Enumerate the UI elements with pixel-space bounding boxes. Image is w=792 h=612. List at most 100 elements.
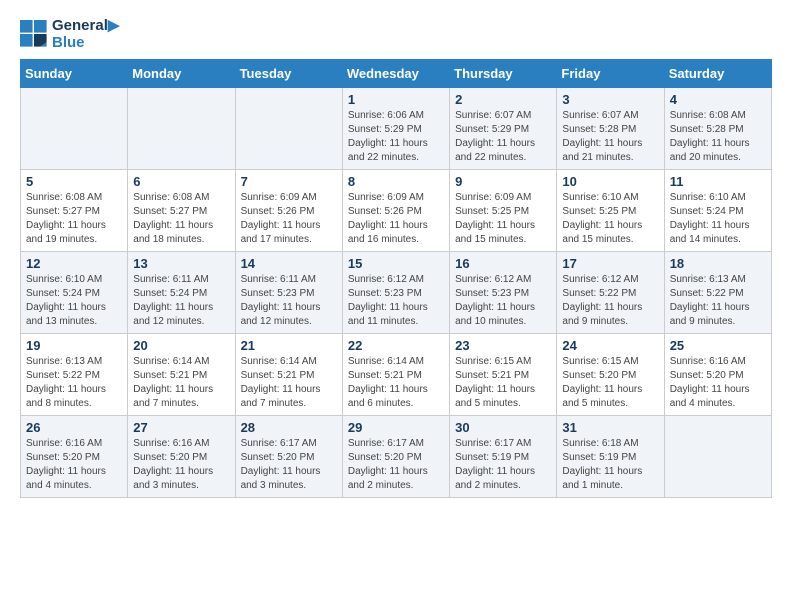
day-info: Sunrise: 6:12 AM Sunset: 5:23 PM Dayligh… — [348, 273, 444, 329]
day-info: Sunrise: 6:12 AM Sunset: 5:22 PM Dayligh… — [562, 273, 658, 329]
day-info: Sunrise: 6:15 AM Sunset: 5:21 PM Dayligh… — [455, 355, 551, 411]
calendar-cell: 4Sunrise: 6:08 AM Sunset: 5:28 PM Daylig… — [664, 88, 771, 170]
calendar-cell: 14 Sunrise: 6:11 AM Sunset: 5:23 PM Dayli… — [235, 252, 342, 334]
calendar-cell: 10 Sunrise: 6:10 AM Sunset: 5:25 PM Dayli… — [557, 170, 664, 252]
day-info: Sunrise: 6:06 AM Sunset: 5:29 PM Dayligh… — [348, 109, 444, 165]
calendar-cell: 27 Sunrise: 6:16 AM Sunset: 5:20 PM Dayli… — [128, 416, 235, 498]
calendar-cell: 2 Sunrise: 6:07 AM Sunset: 5:29 PM Daylig… — [450, 88, 557, 170]
calendar-cell: 30 Sunrise: 6:17 AM Sunset: 5:19 PM Dayli… — [450, 416, 557, 498]
calendar-cell: 3 Sunrise: 6:07 AM Sunset: 5:28 PM Daylig… — [557, 88, 664, 170]
day-number: 5 — [26, 174, 122, 189]
day-number: 12 — [26, 256, 122, 271]
calendar-table: SundayMondayTuesdayWednesdayThursdayFrid… — [20, 59, 772, 498]
day-header-sunday: Sunday — [21, 60, 128, 88]
calendar-cell: 16Sunrise: 6:12 AM Sunset: 5:23 PM Dayli… — [450, 252, 557, 334]
logo-icon — [20, 20, 48, 48]
calendar-cell — [128, 88, 235, 170]
day-info: Sunrise: 6:08 AM Sunset: 5:28 PM Dayligh… — [670, 109, 766, 165]
day-header-monday: Monday — [128, 60, 235, 88]
calendar-cell: 24 Sunrise: 6:15 AM Sunset: 5:20 PM Dayli… — [557, 334, 664, 416]
day-number: 13 — [133, 256, 229, 271]
calendar-week-3: 12 Sunrise: 6:10 AM Sunset: 5:24 PM Dayli… — [21, 252, 772, 334]
day-number: 1 — [348, 92, 444, 107]
day-info: Sunrise: 6:18 AM Sunset: 5:19 PM Dayligh… — [562, 437, 658, 493]
calendar-cell: 9 Sunrise: 6:09 AM Sunset: 5:25 PM Daylig… — [450, 170, 557, 252]
calendar-cell: 6Sunrise: 6:08 AM Sunset: 5:27 PM Daylig… — [128, 170, 235, 252]
calendar-cell: 31Sunrise: 6:18 AM Sunset: 5:19 PM Dayli… — [557, 416, 664, 498]
day-number: 3 — [562, 92, 658, 107]
calendar-cell — [664, 416, 771, 498]
calendar-cell: 1 Sunrise: 6:06 AM Sunset: 5:29 PM Daylig… — [342, 88, 449, 170]
calendar-cell: 22Sunrise: 6:14 AM Sunset: 5:21 PM Dayli… — [342, 334, 449, 416]
calendar-cell: 29Sunrise: 6:17 AM Sunset: 5:20 PM Dayli… — [342, 416, 449, 498]
day-header-saturday: Saturday — [664, 60, 771, 88]
day-number: 18 — [670, 256, 766, 271]
day-info: Sunrise: 6:10 AM Sunset: 5:25 PM Dayligh… — [562, 191, 658, 247]
day-number: 15 — [348, 256, 444, 271]
calendar-week-5: 26 Sunrise: 6:16 AM Sunset: 5:20 PM Dayli… — [21, 416, 772, 498]
day-info: Sunrise: 6:07 AM Sunset: 5:28 PM Dayligh… — [562, 109, 658, 165]
day-info: Sunrise: 6:08 AM Sunset: 5:27 PM Dayligh… — [133, 191, 229, 247]
calendar-cell: 17 Sunrise: 6:12 AM Sunset: 5:22 PM Dayli… — [557, 252, 664, 334]
day-info: Sunrise: 6:17 AM Sunset: 5:20 PM Dayligh… — [241, 437, 337, 493]
day-info: Sunrise: 6:10 AM Sunset: 5:24 PM Dayligh… — [670, 191, 766, 247]
header: General▶ Blue — [20, 16, 772, 51]
day-info: Sunrise: 6:13 AM Sunset: 5:22 PM Dayligh… — [670, 273, 766, 329]
day-header-thursday: Thursday — [450, 60, 557, 88]
day-number: 2 — [455, 92, 551, 107]
day-header-tuesday: Tuesday — [235, 60, 342, 88]
day-number: 16 — [455, 256, 551, 271]
calendar-cell: 18 Sunrise: 6:13 AM Sunset: 5:22 PM Dayli… — [664, 252, 771, 334]
day-header-wednesday: Wednesday — [342, 60, 449, 88]
calendar-cell: 11 Sunrise: 6:10 AM Sunset: 5:24 PM Dayli… — [664, 170, 771, 252]
day-info: Sunrise: 6:11 AM Sunset: 5:23 PM Dayligh… — [241, 273, 337, 329]
calendar-week-1: 1 Sunrise: 6:06 AM Sunset: 5:29 PM Daylig… — [21, 88, 772, 170]
day-info: Sunrise: 6:16 AM Sunset: 5:20 PM Dayligh… — [670, 355, 766, 411]
page-container: General▶ Blue SundayMondayTuesdayWednesd… — [0, 0, 792, 514]
day-number: 14 — [241, 256, 337, 271]
day-info: Sunrise: 6:11 AM Sunset: 5:24 PM Dayligh… — [133, 273, 229, 329]
day-info: Sunrise: 6:14 AM Sunset: 5:21 PM Dayligh… — [241, 355, 337, 411]
day-number: 29 — [348, 420, 444, 435]
calendar-cell: 28 Sunrise: 6:17 AM Sunset: 5:20 PM Dayli… — [235, 416, 342, 498]
day-number: 11 — [670, 174, 766, 189]
day-number: 17 — [562, 256, 658, 271]
calendar-cell: 21Sunrise: 6:14 AM Sunset: 5:21 PM Dayli… — [235, 334, 342, 416]
calendar-cell: 26 Sunrise: 6:16 AM Sunset: 5:20 PM Dayli… — [21, 416, 128, 498]
day-number: 7 — [241, 174, 337, 189]
day-number: 9 — [455, 174, 551, 189]
day-info: Sunrise: 6:17 AM Sunset: 5:19 PM Dayligh… — [455, 437, 551, 493]
calendar-header-row: SundayMondayTuesdayWednesdayThursdayFrid… — [21, 60, 772, 88]
calendar-cell: 19Sunrise: 6:13 AM Sunset: 5:22 PM Dayli… — [21, 334, 128, 416]
day-number: 10 — [562, 174, 658, 189]
day-info: Sunrise: 6:16 AM Sunset: 5:20 PM Dayligh… — [26, 437, 122, 493]
day-info: Sunrise: 6:07 AM Sunset: 5:29 PM Dayligh… — [455, 109, 551, 165]
calendar-week-4: 19Sunrise: 6:13 AM Sunset: 5:22 PM Dayli… — [21, 334, 772, 416]
calendar-week-2: 5 Sunrise: 6:08 AM Sunset: 5:27 PM Daylig… — [21, 170, 772, 252]
day-info: Sunrise: 6:10 AM Sunset: 5:24 PM Dayligh… — [26, 273, 122, 329]
calendar-cell: 23Sunrise: 6:15 AM Sunset: 5:21 PM Dayli… — [450, 334, 557, 416]
day-number: 24 — [562, 338, 658, 353]
calendar-cell — [21, 88, 128, 170]
calendar-cell: 25Sunrise: 6:16 AM Sunset: 5:20 PM Dayli… — [664, 334, 771, 416]
calendar-cell — [235, 88, 342, 170]
day-number: 28 — [241, 420, 337, 435]
day-number: 8 — [348, 174, 444, 189]
day-info: Sunrise: 6:09 AM Sunset: 5:26 PM Dayligh… — [241, 191, 337, 247]
calendar-cell: 20Sunrise: 6:14 AM Sunset: 5:21 PM Dayli… — [128, 334, 235, 416]
day-info: Sunrise: 6:16 AM Sunset: 5:20 PM Dayligh… — [133, 437, 229, 493]
logo: General▶ Blue — [20, 16, 119, 51]
day-number: 30 — [455, 420, 551, 435]
day-info: Sunrise: 6:15 AM Sunset: 5:20 PM Dayligh… — [562, 355, 658, 411]
day-info: Sunrise: 6:08 AM Sunset: 5:27 PM Dayligh… — [26, 191, 122, 247]
calendar-cell: 12 Sunrise: 6:10 AM Sunset: 5:24 PM Dayli… — [21, 252, 128, 334]
day-info: Sunrise: 6:14 AM Sunset: 5:21 PM Dayligh… — [348, 355, 444, 411]
logo-text: General▶ Blue — [52, 16, 119, 51]
calendar-cell: 13 Sunrise: 6:11 AM Sunset: 5:24 PM Dayli… — [128, 252, 235, 334]
day-number: 27 — [133, 420, 229, 435]
day-info: Sunrise: 6:09 AM Sunset: 5:25 PM Dayligh… — [455, 191, 551, 247]
calendar-cell: 8Sunrise: 6:09 AM Sunset: 5:26 PM Daylig… — [342, 170, 449, 252]
day-number: 26 — [26, 420, 122, 435]
calendar-cell: 7 Sunrise: 6:09 AM Sunset: 5:26 PM Daylig… — [235, 170, 342, 252]
day-number: 19 — [26, 338, 122, 353]
